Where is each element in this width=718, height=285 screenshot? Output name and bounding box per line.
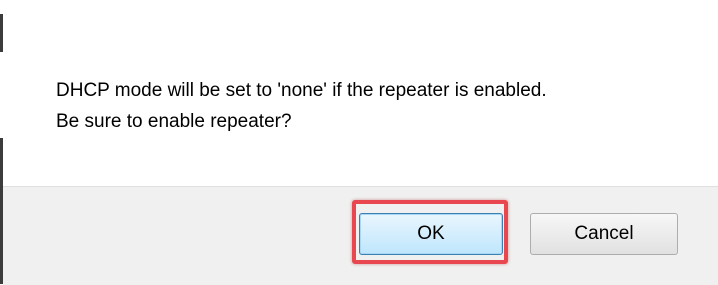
confirm-dialog: DHCP mode will be set to 'none' if the r… (0, 0, 718, 285)
ok-button[interactable]: OK (359, 213, 503, 255)
dialog-message: DHCP mode will be set to 'none' if the r… (56, 75, 547, 137)
message-line-2: Be sure to enable repeater? (56, 111, 292, 132)
message-line-1: DHCP mode will be set to 'none' if the r… (56, 80, 547, 101)
cancel-button[interactable]: Cancel (530, 213, 678, 255)
